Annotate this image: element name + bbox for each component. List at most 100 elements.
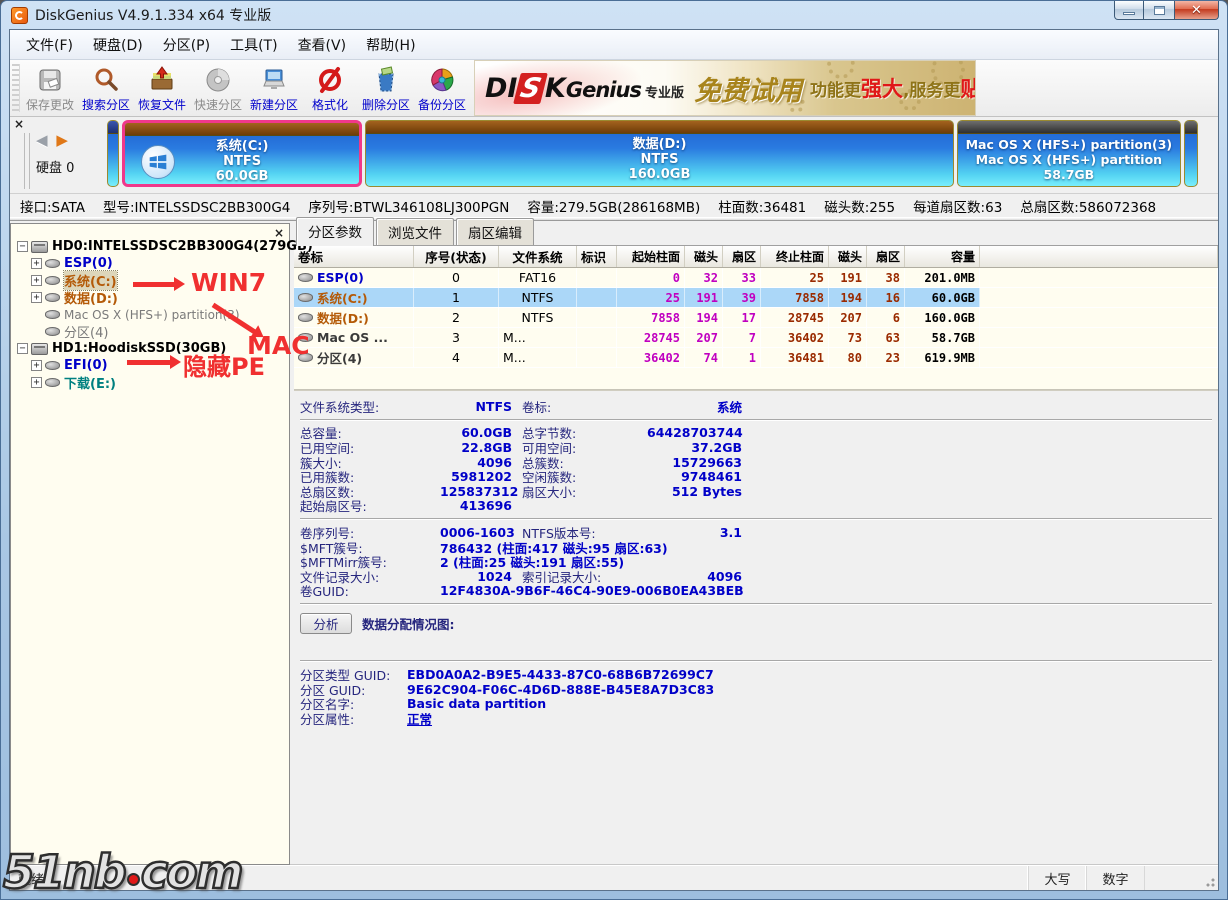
- cell: 17: [723, 308, 761, 327]
- table-row-mac[interactable]: Mac OS ... 3 M... 28745 207 7 36402 73 6…: [294, 328, 1218, 348]
- cell: 28745: [617, 328, 685, 347]
- delete-partition-button[interactable]: 删除分区: [358, 60, 414, 116]
- close-button[interactable]: ✕: [1174, 1, 1219, 20]
- expand-icon[interactable]: +: [31, 258, 42, 269]
- prev-disk-icon[interactable]: ◀: [36, 131, 50, 149]
- detail-value: 3.1: [647, 525, 742, 540]
- table-row-system-selected[interactable]: 系统(C:) 1 NTFS 25 191 39 7858 194 16 60.0…: [294, 288, 1218, 308]
- cell: 6: [867, 308, 905, 327]
- search-partition-button[interactable]: 搜索分区: [78, 60, 134, 116]
- col-end-cylinder[interactable]: 终止柱面: [761, 246, 829, 267]
- tree-item-hd0[interactable]: − HD0:INTELSSDSC2BB300G4(279GB): [17, 238, 287, 255]
- col-start-sector[interactable]: 扇区: [723, 246, 761, 267]
- menu-file[interactable]: 文件(F): [16, 31, 83, 59]
- minimize-button[interactable]: [1114, 1, 1144, 20]
- menu-partition[interactable]: 分区(P): [153, 31, 220, 59]
- new-partition-button[interactable]: 新建分区: [246, 60, 302, 116]
- partition-data-d[interactable]: 数据(D:) NTFS 160.0GB: [365, 120, 953, 187]
- table-row-esp[interactable]: ESP(0) 0 FAT16 0 32 33 25 191 38 201.0MB: [294, 268, 1218, 288]
- quick-partition-button[interactable]: 快速分区: [190, 60, 246, 116]
- save-changes-button[interactable]: 保存更改: [22, 60, 78, 116]
- detail-value: 60.0GB: [440, 425, 512, 440]
- trash-icon: [372, 66, 400, 94]
- col-start-head[interactable]: 磁头: [685, 246, 723, 267]
- disk-cylinders: 柱面数:36481: [718, 196, 806, 216]
- tab-browse-files[interactable]: 浏览文件: [376, 218, 454, 245]
- detail-value: 12F4830A-9B6F-46C4-90E9-006B0EA43BEB: [440, 583, 744, 598]
- detail-value: 4096: [647, 569, 742, 584]
- cell: 194: [685, 308, 723, 327]
- col-end-head[interactable]: 磁头: [829, 246, 867, 267]
- cell: 0: [617, 268, 685, 287]
- col-end-sector[interactable]: 扇区: [867, 246, 905, 267]
- col-flag[interactable]: 标识: [577, 246, 617, 267]
- tab-sector-edit[interactable]: 扇区编辑: [456, 218, 534, 245]
- menu-disk[interactable]: 硬盘(D): [83, 31, 153, 59]
- maximize-button[interactable]: [1144, 1, 1174, 20]
- cell: [577, 288, 617, 307]
- partition-caption: Mac OS X (HFS+) partition(3) Mac OS X (H…: [958, 137, 1180, 182]
- disk-interface: 接口:SATA: [20, 196, 85, 216]
- partition-system-c[interactable]: 系统(C:) NTFS 60.0GB: [122, 120, 362, 187]
- menu-help[interactable]: 帮助(H): [356, 31, 425, 59]
- menu-tools[interactable]: 工具(T): [220, 31, 287, 59]
- analyze-button[interactable]: 分析: [300, 613, 352, 634]
- detail-value: 64428703744: [647, 425, 742, 440]
- annotation-arrow: [127, 360, 171, 365]
- cell: M...: [499, 348, 577, 367]
- section-divider: [300, 603, 1212, 605]
- cell: 160.0GB: [905, 308, 980, 327]
- partition-caption: 数据(D:) NTFS 160.0GB: [366, 137, 952, 182]
- cell: 32: [685, 268, 723, 287]
- format-button[interactable]: 格式化: [302, 60, 358, 116]
- col-capacity[interactable]: 容量: [905, 246, 980, 267]
- col-index-status[interactable]: 序号(状态): [414, 246, 499, 267]
- menu-view[interactable]: 查看(V): [288, 31, 357, 59]
- table-row-data[interactable]: 数据(D:) 2 NTFS 7858 194 17 28745 207 6 16…: [294, 308, 1218, 328]
- partition-mac[interactable]: Mac OS X (HFS+) partition(3) Mac OS X (H…: [957, 120, 1181, 187]
- cell-volume: 数据(D:): [294, 308, 414, 327]
- expand-icon[interactable]: +: [31, 377, 42, 388]
- status-blank: [1144, 866, 1200, 890]
- resize-grip[interactable]: [1200, 866, 1218, 890]
- partition-table: ESP(0) 0 FAT16 0 32 33 25 191 38 201.0MB: [294, 268, 1218, 391]
- expand-icon[interactable]: +: [31, 292, 42, 303]
- col-start-cylinder[interactable]: 起始柱面: [617, 246, 685, 267]
- cell: 36402: [617, 348, 685, 367]
- cell: 201.0MB: [905, 268, 980, 287]
- promo-banner[interactable]: DISKGenius专业版 免费试用 功能更强大,服务更贴心: [474, 60, 976, 116]
- tree-close-icon[interactable]: ×: [274, 226, 284, 240]
- expand-icon[interactable]: −: [17, 343, 28, 354]
- tree-item-mac[interactable]: Mac OS X (HFS+) partition(3): [17, 306, 287, 323]
- tab-partition-params[interactable]: 分区参数: [296, 217, 374, 246]
- detail-value: 9748461: [647, 469, 742, 484]
- next-disk-icon[interactable]: ▶: [56, 131, 70, 149]
- table-row-partition4[interactable]: 分区(4) 4 M... 36402 74 1 36481 80 23 619.…: [294, 348, 1218, 368]
- title-bar[interactable]: DiskGenius V4.9.1.334 x64 专业版 ✕: [1, 1, 1227, 29]
- disk-icon: [31, 241, 48, 253]
- cell: 0: [414, 268, 499, 287]
- detail-value: 正常: [407, 709, 432, 728]
- expand-icon[interactable]: +: [31, 275, 42, 286]
- cell-filler: [980, 268, 1218, 287]
- panel-grip[interactable]: [24, 133, 30, 189]
- partition-strip: [366, 121, 952, 134]
- detail-value: 413696: [440, 498, 512, 513]
- expand-icon[interactable]: −: [17, 241, 28, 252]
- partition-strip: [108, 121, 118, 134]
- toolbar-label: 格式化: [312, 96, 348, 113]
- expand-icon[interactable]: +: [31, 360, 42, 371]
- partition-details: 文件系统类型:NTFS卷标:系统 总容量:60.0GB总字节数:64428703…: [294, 391, 1218, 865]
- status-capslock: 大写: [1028, 866, 1086, 890]
- backup-partition-button[interactable]: 备份分区: [414, 60, 470, 116]
- cell: 28745: [761, 308, 829, 327]
- partition-4[interactable]: [1184, 120, 1198, 187]
- recover-files-button[interactable]: 恢复文件: [134, 60, 190, 116]
- col-filesystem[interactable]: 文件系统: [499, 246, 577, 267]
- cell: 63: [867, 328, 905, 347]
- cell: 191: [829, 268, 867, 287]
- partition-esp[interactable]: [107, 120, 119, 187]
- toolbar-grip[interactable]: [12, 64, 20, 112]
- maximize-icon: [1154, 6, 1165, 15]
- panel-close-icon[interactable]: ×: [14, 119, 24, 129]
